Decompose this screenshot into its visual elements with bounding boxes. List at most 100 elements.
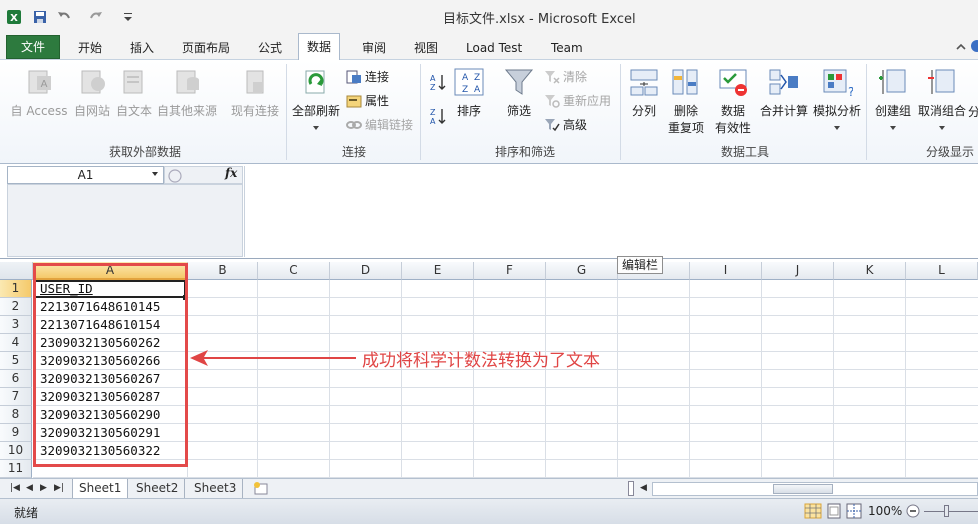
column-header-g[interactable]: G <box>546 262 618 280</box>
sheet-tab-sheet3[interactable]: Sheet3 <box>188 479 244 498</box>
tab-load-test[interactable]: Load Test <box>458 38 530 60</box>
scroll-left-icon[interactable]: ◀ <box>640 483 647 493</box>
sort-button[interactable]: AZZA 排序 <box>452 66 486 119</box>
zoom-out-icon[interactable] <box>906 504 920 518</box>
redo-icon[interactable] <box>88 9 104 25</box>
prev-sheet-icon[interactable]: ◀ <box>26 483 33 493</box>
row-header[interactable]: 2 <box>0 298 32 316</box>
row-header[interactable]: 6 <box>0 370 32 388</box>
customize-toolbar-icon[interactable] <box>120 9 136 25</box>
horizontal-scroll-thumb[interactable] <box>773 484 833 494</box>
what-if-analysis-button[interactable]: ? 模拟分析 <box>812 66 862 131</box>
help-icon[interactable] <box>970 39 978 53</box>
tab-home[interactable]: 开始 <box>70 38 110 60</box>
clear-filter-button[interactable]: 清除 <box>544 68 587 85</box>
refresh-icon <box>305 70 325 94</box>
insert-function-icon[interactable]: fx <box>225 166 237 180</box>
zoom-slider[interactable] <box>924 511 978 512</box>
consolidate-button[interactable]: 合并计算 <box>758 66 810 119</box>
filter-button[interactable]: 筛选 <box>502 66 536 119</box>
advanced-filter-button[interactable]: 高级 <box>544 116 587 133</box>
undo-icon[interactable] <box>56 9 72 25</box>
column-header-b[interactable]: B <box>188 262 258 280</box>
remove-duplicates-button[interactable]: 删除 重复项 <box>666 66 706 136</box>
row-header[interactable]: 3 <box>0 316 32 334</box>
data-validation-button[interactable]: 数据 有效性 <box>710 66 756 136</box>
tab-file[interactable]: 文件 <box>6 35 61 59</box>
minimize-ribbon-icon[interactable] <box>954 40 968 54</box>
ungroup-button[interactable]: 取消组合 <box>916 66 968 131</box>
sheet-tab-sheet2[interactable]: Sheet2 <box>130 479 186 498</box>
page-break-view-icon[interactable] <box>846 503 862 519</box>
advanced-filter-icon <box>545 118 560 131</box>
tab-data[interactable]: 数据 <box>298 33 341 60</box>
select-all-corner[interactable] <box>0 262 33 280</box>
last-sheet-icon[interactable]: ▶| <box>54 483 64 493</box>
formula-input[interactable] <box>244 166 978 257</box>
sort-ascending-button[interactable]: AZ <box>428 72 448 95</box>
svg-text:A: A <box>41 79 48 90</box>
tab-formulas[interactable]: 公式 <box>250 38 290 60</box>
tab-insert[interactable]: 插入 <box>122 38 162 60</box>
from-text-button[interactable]: 自文本 <box>114 66 154 119</box>
gridline <box>761 280 762 478</box>
data-validation-icon <box>719 69 747 96</box>
tab-review[interactable]: 审阅 <box>354 38 394 60</box>
row-header[interactable]: 4 <box>0 334 32 352</box>
name-box-dropdown-icon[interactable] <box>152 172 158 176</box>
gridline <box>545 280 546 478</box>
first-sheet-icon[interactable]: |◀ <box>10 483 20 493</box>
column-header-i[interactable]: I <box>690 262 762 280</box>
column-header-c[interactable]: C <box>258 262 330 280</box>
from-web-label: 自网站 <box>73 104 110 118</box>
insert-sheet-icon[interactable] <box>252 481 270 497</box>
tab-split-handle[interactable] <box>628 481 634 496</box>
what-if-analysis-icon: ? <box>823 69 853 98</box>
connections-button[interactable]: 连接 <box>346 68 389 85</box>
column-header-f[interactable]: F <box>474 262 546 280</box>
tab-view[interactable]: 视图 <box>406 38 446 60</box>
column-header-j[interactable]: J <box>762 262 834 280</box>
tab-page-layout[interactable]: 页面布局 <box>174 38 238 60</box>
tab-team[interactable]: Team <box>543 38 591 60</box>
zoom-level[interactable]: 100% <box>868 504 902 518</box>
sort-descending-button[interactable]: ZA <box>428 106 448 129</box>
properties-button[interactable]: 属性 <box>346 92 389 109</box>
zoom-slider-thumb[interactable] <box>944 505 949 517</box>
edit-links-button[interactable]: 编辑链接 <box>346 116 413 133</box>
next-sheet-icon[interactable]: ▶ <box>40 483 47 493</box>
group-button[interactable]: 创建组 <box>872 66 914 131</box>
refresh-all-button[interactable]: 全部刷新 <box>290 66 342 131</box>
sheet-tab-sheet1[interactable]: Sheet1 <box>72 479 129 498</box>
filter-label: 筛选 <box>506 104 531 118</box>
from-web-button[interactable]: 自网站 <box>72 66 112 119</box>
name-box[interactable]: A1 <box>7 166 164 184</box>
text-to-columns-button[interactable]: 分列 <box>626 66 662 119</box>
existing-connections-button[interactable]: 现有连接 <box>228 66 282 119</box>
row-header[interactable]: 8 <box>0 406 32 424</box>
horizontal-scrollbar[interactable] <box>652 482 978 496</box>
svg-text:X: X <box>10 13 18 24</box>
cancel-entry-icon[interactable] <box>167 168 183 184</box>
save-icon[interactable] <box>32 9 48 25</box>
column-header-e[interactable]: E <box>402 262 474 280</box>
column-header-k[interactable]: K <box>834 262 906 280</box>
row-header[interactable]: 11 <box>0 460 32 478</box>
from-other-sources-button[interactable]: 自其他来源 <box>156 66 218 119</box>
from-access-label: 自 Access <box>10 104 68 118</box>
row-header[interactable]: 7 <box>0 388 32 406</box>
highlight-box <box>33 263 188 467</box>
subtotal-button[interactable]: 分 <box>968 103 978 120</box>
row-header[interactable]: 9 <box>0 424 32 442</box>
column-header-d[interactable]: D <box>330 262 402 280</box>
reapply-button[interactable]: 重新应用 <box>544 92 611 109</box>
row-header[interactable]: 1 <box>0 280 32 298</box>
row-header[interactable]: 10 <box>0 442 32 460</box>
row-header[interactable]: 5 <box>0 352 32 370</box>
column-header-l[interactable]: L <box>906 262 978 280</box>
edit-links-label: 编辑链接 <box>365 118 414 132</box>
reapply-label: 重新应用 <box>563 94 612 108</box>
page-layout-view-icon[interactable] <box>826 503 842 519</box>
from-access-button[interactable]: A 自 Access <box>10 66 68 119</box>
normal-view-icon[interactable] <box>804 503 822 519</box>
